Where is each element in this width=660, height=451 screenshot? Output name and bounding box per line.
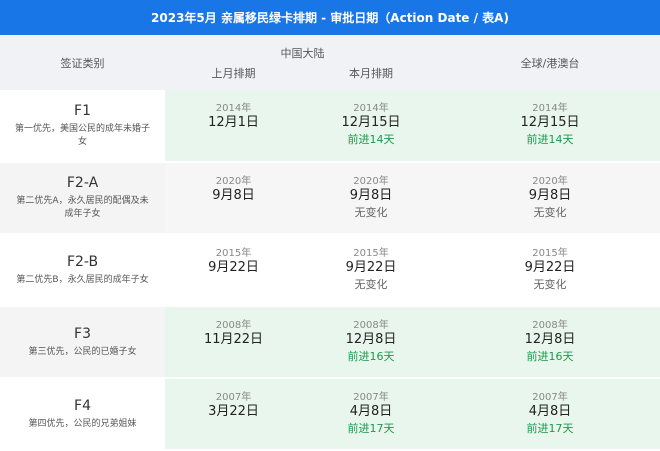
last-month-cell: 2007年 3月22日 [165,378,302,451]
this-month-cell: 2007年 4月8日 前进17天 [302,378,440,451]
global-cell: 2007年 4月8日 前进17天 [440,378,660,451]
global-cell: 2014年 12月15日 前进14天 [440,90,660,163]
this-month-cell: 2008年 12月8日 前进16天 [302,306,440,379]
status-text: 前进14天 [347,133,395,146]
header-global: 全球/港澳台 [520,56,580,70]
category-desc: 第二优先A，永久居民的配偶及未成年子女 [16,196,149,219]
status-text: 前进17天 [526,421,574,435]
status-text: 无变化 [354,277,388,291]
status-text: 无变化 [354,205,388,219]
priority-date-table: 签证类别 中国大陆 上月排期 本月排期 全球/港澳台 F1 第一优先，美国公民的… [0,35,660,451]
header-this-month-label: 本月排期 [349,67,393,80]
this-month-cell: 2014年 12月15日 前进14天 [302,90,440,163]
visa-bulletin-panel: 2023年5月 亲属移民绿卡排期 - 审批日期（Action Date / 表A… [0,0,660,451]
category-cell: F2-A 第二优先A，永久居民的配偶及未成年子女 [0,162,165,235]
header-this-month: 本月排期 [302,35,440,90]
category-cell: F2-B 第二优先B，永久居民的成年子女 [0,234,165,307]
table-row: F2-B 第二优先B，永久居民的成年子女 2015年 9月22日 2015年 9… [0,234,660,307]
status-text: 前进16天 [526,349,574,363]
table-header: 签证类别 中国大陆 上月排期 本月排期 全球/港澳台 [0,35,660,90]
last-month-cell: 2008年 11月22日 [165,306,302,379]
status-text: 前进14天 [526,133,574,146]
last-month-cell: 2015年 9月22日 [165,234,302,307]
table-row: F3 第三优先，公民的已婚子女 2008年 11月22日 2008年 12月8日… [0,306,660,379]
page-title: 2023年5月 亲属移民绿卡排期 - 审批日期（Action Date / 表A… [0,0,660,35]
last-month-cell: 2014年 12月1日 [165,90,302,163]
last-month-cell: 2020年 9月8日 [165,162,302,235]
status-text: 前进16天 [347,349,395,363]
global-cell: 2015年 9月22日 无变化 [440,234,660,307]
category-code: F2-B [66,253,99,270]
category-cell: F4 第四优先，公民的兄弟姐妹 [0,378,165,451]
status-text: 前进17天 [347,421,395,435]
category-cell: F3 第三优先，公民的已婚子女 [0,306,165,379]
category-desc: 第三优先，公民的已婚子女 [28,346,137,357]
header-last-month: 中国大陆 上月排期 [165,35,325,90]
category-desc: 第四优先，公民的兄弟姐妹 [28,418,137,429]
category-code: F4 [74,397,91,414]
this-month-cell: 2015年 9月22日 无变化 [302,234,440,307]
category-cell: F1 第一优先，美国公民的成年未婚子女 [0,90,165,163]
table-row: F4 第四优先，公民的兄弟姐妹 2007年 3月22日 2007年 4月8日 前… [0,378,660,451]
header-category: 签证类别 [60,56,105,70]
category-code: F1 [74,102,91,119]
category-desc: 第一优先，美国公民的成年未婚子女 [14,123,150,147]
this-month-cell: 2020年 9月8日 无变化 [302,162,440,235]
global-cell: 2020年 9月8日 无变化 [440,162,660,235]
category-code: F3 [74,325,91,342]
status-text: 无变化 [533,277,567,291]
category-code: F2-A [66,175,99,191]
table-row: F2-A 第二优先A，永久居民的配偶及未成年子女 2020年 9月8日 2020… [0,162,660,235]
status-text: 无变化 [533,205,567,219]
table-row: F1 第一优先，美国公民的成年未婚子女 2014年 12月1日 2014年 12… [0,90,660,163]
global-cell: 2008年 12月8日 前进16天 [440,306,660,379]
category-desc: 第二优先B，永久居民的成年子女 [16,274,149,285]
header-last-month-label: 上月排期 [211,67,256,80]
